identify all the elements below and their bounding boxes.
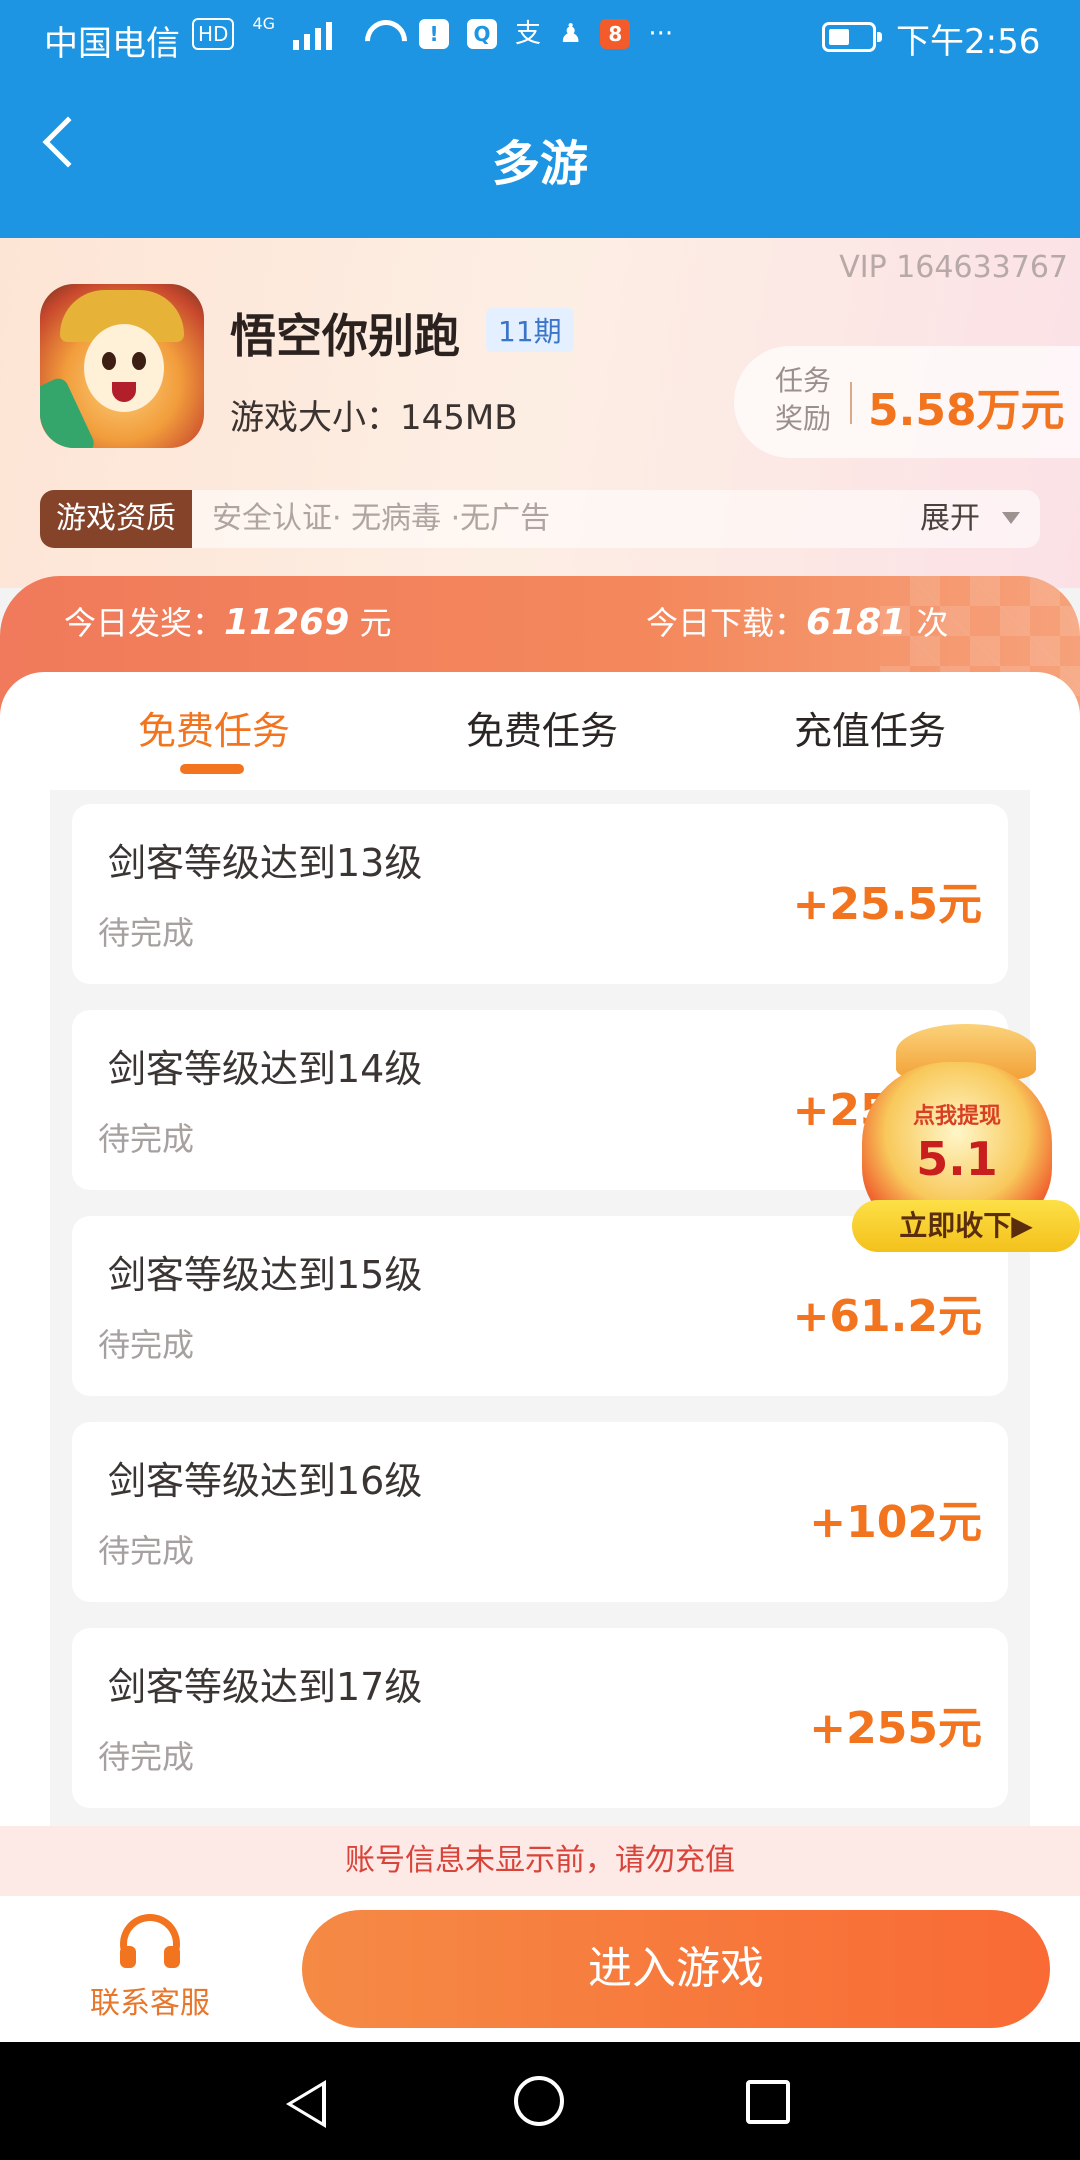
expand-button[interactable]: 展开 (920, 490, 980, 548)
alert-icon: ! (419, 19, 450, 49)
task-title: 剑客等级达到13级 (108, 841, 423, 885)
recharge-warning: 账号信息未显示前，请勿充值 (0, 1826, 1080, 1896)
game-info-card: VIP 164633767 悟空你别跑 11期 游戏大小：145MB 任务奖励 … (0, 238, 1080, 588)
task-reward: +102元 (809, 1497, 982, 1548)
vip-id: VIP 164633767 (839, 250, 1068, 285)
overflow-icon: ··· (648, 19, 674, 49)
today-download: 今日下载：6181 次 (646, 602, 949, 643)
qq-icon: ♟ (559, 19, 583, 49)
tab-free-tasks-1[interactable]: 免费任务 (50, 700, 378, 755)
today-reward-value: 11269 (224, 602, 350, 643)
task-status: 待完成 (98, 914, 195, 952)
game-name: 悟空你别跑 (230, 309, 460, 363)
app-icon: 8 (600, 19, 631, 49)
nav-home-icon[interactable] (514, 2076, 564, 2126)
page-title: 多游 (491, 136, 588, 192)
today-reward: 今日发奖：11269 元 (64, 602, 392, 643)
tab-recharge-tasks[interactable]: 充值任务 (706, 700, 1034, 755)
system-nav-bar (0, 2042, 1080, 2160)
carrier-label: 中国电信 (44, 24, 180, 64)
qualification-bar[interactable]: 游戏资质 安全认证· 无病毒 ·无广告 展开 (40, 490, 1040, 548)
task-title: 剑客等级达到16级 (108, 1459, 423, 1503)
task-status: 待完成 (98, 1326, 195, 1364)
issue-badge: 11期 (486, 308, 574, 352)
qualification-tag: 游戏资质 (40, 490, 192, 548)
bottom-bar: 联系客服 进入游戏 (0, 1896, 1080, 2042)
task-reward-value: 5.58万元 (868, 385, 1065, 436)
task-status: 待完成 (98, 1532, 195, 1570)
contact-service-label: 联系客服 (90, 1986, 210, 2021)
task-reward-label: 任务奖励 (774, 364, 831, 435)
bag-amount: 5.1 (916, 1132, 998, 1186)
task-item[interactable]: 剑客等级达到16级 待完成 +102元 (72, 1422, 1008, 1602)
task-tabs: 免费任务 免费任务 充值任务 (50, 672, 1030, 790)
task-status: 待完成 (98, 1738, 195, 1776)
task-title: 剑客等级达到15级 (108, 1253, 423, 1297)
app-screen: 中国电信 HD 4G ! Q 支 ♟ 8 ··· 下午2:56 多游 VIP 1… (0, 0, 1080, 2160)
task-reward: +25.5元 (792, 879, 982, 930)
task-reward: +61.2元 (792, 1291, 982, 1342)
game-icon (40, 284, 204, 448)
hd-icon: HD (192, 18, 235, 50)
task-reward-box: 任务奖励 5.58万元 (734, 346, 1080, 458)
search-app-icon: Q (467, 19, 498, 49)
battery-icon (822, 22, 882, 52)
tab-free-tasks-2[interactable]: 免费任务 (378, 700, 706, 755)
signal-icon (293, 18, 343, 50)
nav-back-icon[interactable] (286, 2080, 326, 2128)
headset-icon (120, 1914, 180, 1974)
tab-indicator (180, 764, 244, 774)
today-download-value: 6181 (806, 602, 907, 643)
status-bar: 中国电信 HD 4G ! Q 支 ♟ 8 ··· 下午2:56 (0, 0, 1080, 72)
network-type-label: 4G (252, 14, 276, 33)
collect-button[interactable]: 立即收下▶ (852, 1200, 1080, 1252)
status-icons: HD 4G ! Q 支 ♟ 8 ··· (192, 16, 673, 52)
wifi-icon (361, 18, 401, 50)
contact-service-button[interactable]: 联系客服 (60, 1914, 240, 2034)
game-size: 游戏大小：145MB (230, 398, 518, 438)
task-item[interactable]: 剑客等级达到17级 待完成 +255元 (72, 1628, 1008, 1808)
clock: 下午2:56 (896, 22, 1041, 62)
bag-label: 点我提现 (912, 1104, 1001, 1129)
withdraw-bag-widget[interactable]: 点我提现 5.1 立即收下▶ (852, 1024, 1080, 1254)
task-reward: +255元 (809, 1703, 982, 1754)
task-item[interactable]: 剑客等级达到13级 待完成 +25.5元 (72, 804, 1008, 984)
alipay-icon: 支 (515, 19, 542, 49)
task-status: 待完成 (98, 1120, 195, 1158)
task-title: 剑客等级达到14级 (108, 1047, 423, 1091)
nav-recent-icon[interactable] (746, 2080, 790, 2124)
enter-game-button[interactable]: 进入游戏 (302, 1910, 1050, 2028)
chevron-down-icon[interactable] (1002, 512, 1020, 524)
task-title: 剑客等级达到17级 (108, 1665, 423, 1709)
top-bar: 中国电信 HD 4G ! Q 支 ♟ 8 ··· 下午2:56 多游 (0, 0, 1080, 238)
qualification-text: 安全认证· 无病毒 ·无广告 (212, 501, 551, 536)
